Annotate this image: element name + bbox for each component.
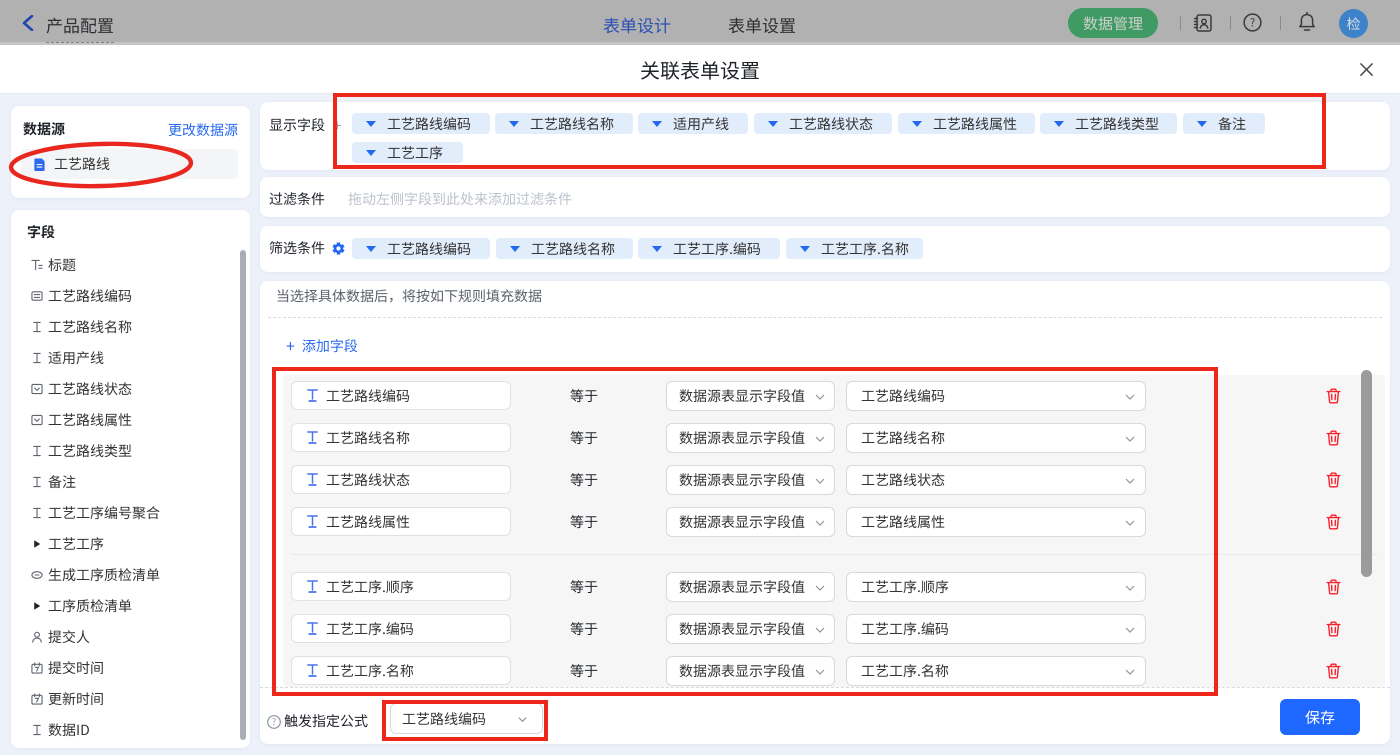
svg-text:?: ? [1250,14,1255,30]
svg-text:?: ? [272,715,276,728]
